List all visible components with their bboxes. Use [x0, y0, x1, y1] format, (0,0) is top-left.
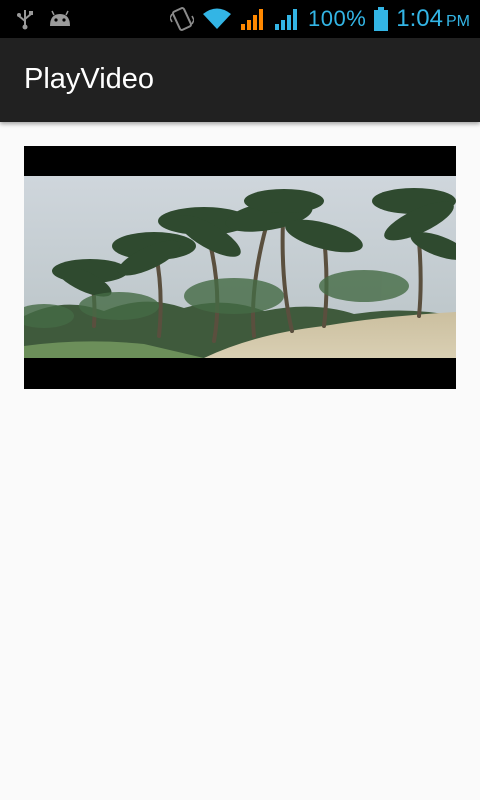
clock-ampm: PM: [446, 13, 470, 30]
battery-icon: [374, 7, 389, 31]
clock: 1:04 PM: [396, 5, 470, 33]
video-scene: [24, 176, 456, 358]
status-bar: 100% 1:04 PM: [0, 0, 480, 38]
app-bar: PlayVideo: [0, 38, 480, 122]
wifi-icon: [202, 7, 232, 31]
system-icons: 100% 1:04 PM: [170, 0, 470, 38]
signal-icon-1: [240, 7, 266, 31]
app-title: PlayVideo: [24, 63, 155, 95]
notification-icons: [16, 8, 72, 30]
android-icon: [48, 10, 72, 28]
clock-time: 1:04: [396, 5, 443, 32]
video-player[interactable]: [24, 146, 456, 389]
battery-percent: 100%: [308, 6, 367, 31]
usb-icon: [16, 8, 34, 30]
vibrate-icon: [170, 6, 194, 32]
video-frame[interactable]: [24, 176, 456, 358]
signal-icon-2: [274, 7, 300, 31]
